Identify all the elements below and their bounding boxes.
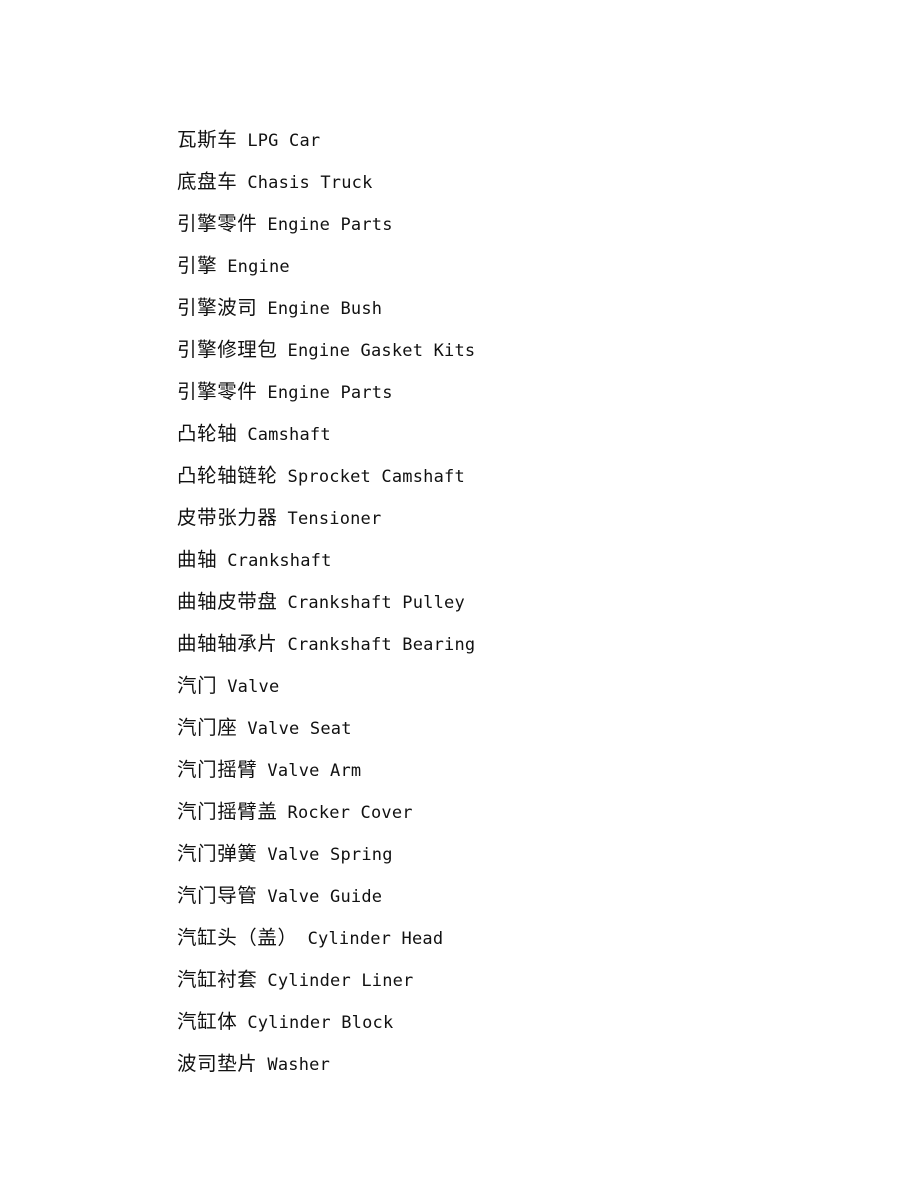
glossary-entry: 汽门弹簧 Valve Spring xyxy=(177,833,877,875)
glossary-entry: 引擎零件 Engine Parts xyxy=(177,371,877,413)
term-english: Chasis Truck xyxy=(247,173,373,193)
term-chinese: 曲轴皮带盘 xyxy=(177,590,278,613)
term-chinese: 汽门弹簧 xyxy=(177,842,258,865)
term-english: Engine Gasket Kits xyxy=(287,341,476,361)
term-chinese: 汽缸衬套 xyxy=(177,968,258,991)
term-chinese: 引擎零件 xyxy=(177,212,258,235)
glossary-entry: 曲轴皮带盘 Crankshaft Pulley xyxy=(177,581,877,623)
term-english: Valve Arm xyxy=(267,761,362,781)
term-chinese: 凸轮轴 xyxy=(177,422,238,445)
glossary-entry: 汽门摇臂盖 Rocker Cover xyxy=(177,791,877,833)
term-chinese: 汽门导管 xyxy=(177,884,258,907)
glossary-entry: 引擎修理包 Engine Gasket Kits xyxy=(177,329,877,371)
glossary-entry: 汽缸头（盖） Cylinder Head xyxy=(177,917,877,959)
term-english: Valve Spring xyxy=(267,845,393,865)
term-chinese: 汽缸头（盖） xyxy=(177,926,298,949)
term-chinese: 引擎 xyxy=(177,254,218,277)
term-chinese: 曲轴 xyxy=(177,548,218,571)
term-chinese: 曲轴轴承片 xyxy=(177,632,278,655)
term-english: Sprocket Camshaft xyxy=(287,467,465,487)
term-english: Valve Seat xyxy=(247,719,352,739)
term-english: Cylinder Liner xyxy=(267,971,414,991)
glossary-entry: 汽门导管 Valve Guide xyxy=(177,875,877,917)
glossary-entry: 引擎 Engine xyxy=(177,245,877,287)
glossary-entry: 曲轴 Crankshaft xyxy=(177,539,877,581)
glossary-entry: 皮带张力器 Tensioner xyxy=(177,497,877,539)
term-chinese: 底盘车 xyxy=(177,170,238,193)
term-chinese: 引擎零件 xyxy=(177,380,258,403)
term-english: Valve Guide xyxy=(267,887,383,907)
glossary-entry: 底盘车 Chasis Truck xyxy=(177,161,877,203)
term-chinese: 瓦斯车 xyxy=(177,128,238,151)
term-chinese: 引擎修理包 xyxy=(177,338,278,361)
term-english: Cylinder Block xyxy=(247,1013,394,1033)
term-chinese: 汽门 xyxy=(177,674,218,697)
term-chinese: 引擎波司 xyxy=(177,296,258,319)
glossary-entry: 汽门摇臂 Valve Arm xyxy=(177,749,877,791)
term-english: Camshaft xyxy=(247,425,331,445)
term-english: Engine Parts xyxy=(267,215,393,235)
term-chinese: 汽缸体 xyxy=(177,1010,238,1033)
term-chinese: 汽门摇臂盖 xyxy=(177,800,278,823)
glossary-entry: 瓦斯车 LPG Car xyxy=(177,119,877,161)
term-chinese: 波司垫片 xyxy=(177,1052,258,1075)
term-english: LPG Car xyxy=(247,131,321,151)
glossary-entry: 引擎波司 Engine Bush xyxy=(177,287,877,329)
term-english: Rocker Cover xyxy=(287,803,413,823)
term-chinese: 皮带张力器 xyxy=(177,506,278,529)
term-english: Crankshaft Bearing xyxy=(287,635,476,655)
term-english: Washer xyxy=(267,1055,331,1075)
glossary-entry: 汽缸衬套 Cylinder Liner xyxy=(177,959,877,1001)
glossary-entry: 凸轮轴链轮 Sprocket Camshaft xyxy=(177,455,877,497)
glossary-entry: 凸轮轴 Camshaft xyxy=(177,413,877,455)
term-english: Engine Parts xyxy=(267,383,393,403)
term-chinese: 汽门座 xyxy=(177,716,238,739)
term-english: Engine Bush xyxy=(267,299,383,319)
glossary-entry: 汽缸体 Cylinder Block xyxy=(177,1001,877,1043)
document-page: 瓦斯车 LPG Car 底盘车 Chasis Truck 引擎零件 Engine Part… xyxy=(0,0,920,1191)
glossary-entry: 曲轴轴承片 Crankshaft Bearing xyxy=(177,623,877,665)
term-chinese: 凸轮轴链轮 xyxy=(177,464,278,487)
glossary-list: 瓦斯车 LPG Car 底盘车 Chasis Truck 引擎零件 Engine Part… xyxy=(177,119,877,1085)
glossary-entry: 汽门 Valve xyxy=(177,665,877,707)
term-english: Engine xyxy=(227,257,290,277)
glossary-entry: 汽门座 Valve Seat xyxy=(177,707,877,749)
term-english: Cylinder Head xyxy=(307,929,444,949)
term-english: Crankshaft xyxy=(227,551,332,571)
term-english: Crankshaft Pulley xyxy=(287,593,465,613)
term-english: Valve xyxy=(227,677,280,697)
glossary-entry: 引擎零件 Engine Parts xyxy=(177,203,877,245)
term-english: Tensioner xyxy=(287,509,382,529)
term-chinese: 汽门摇臂 xyxy=(177,758,258,781)
glossary-entry: 波司垫片 Washer xyxy=(177,1043,877,1085)
